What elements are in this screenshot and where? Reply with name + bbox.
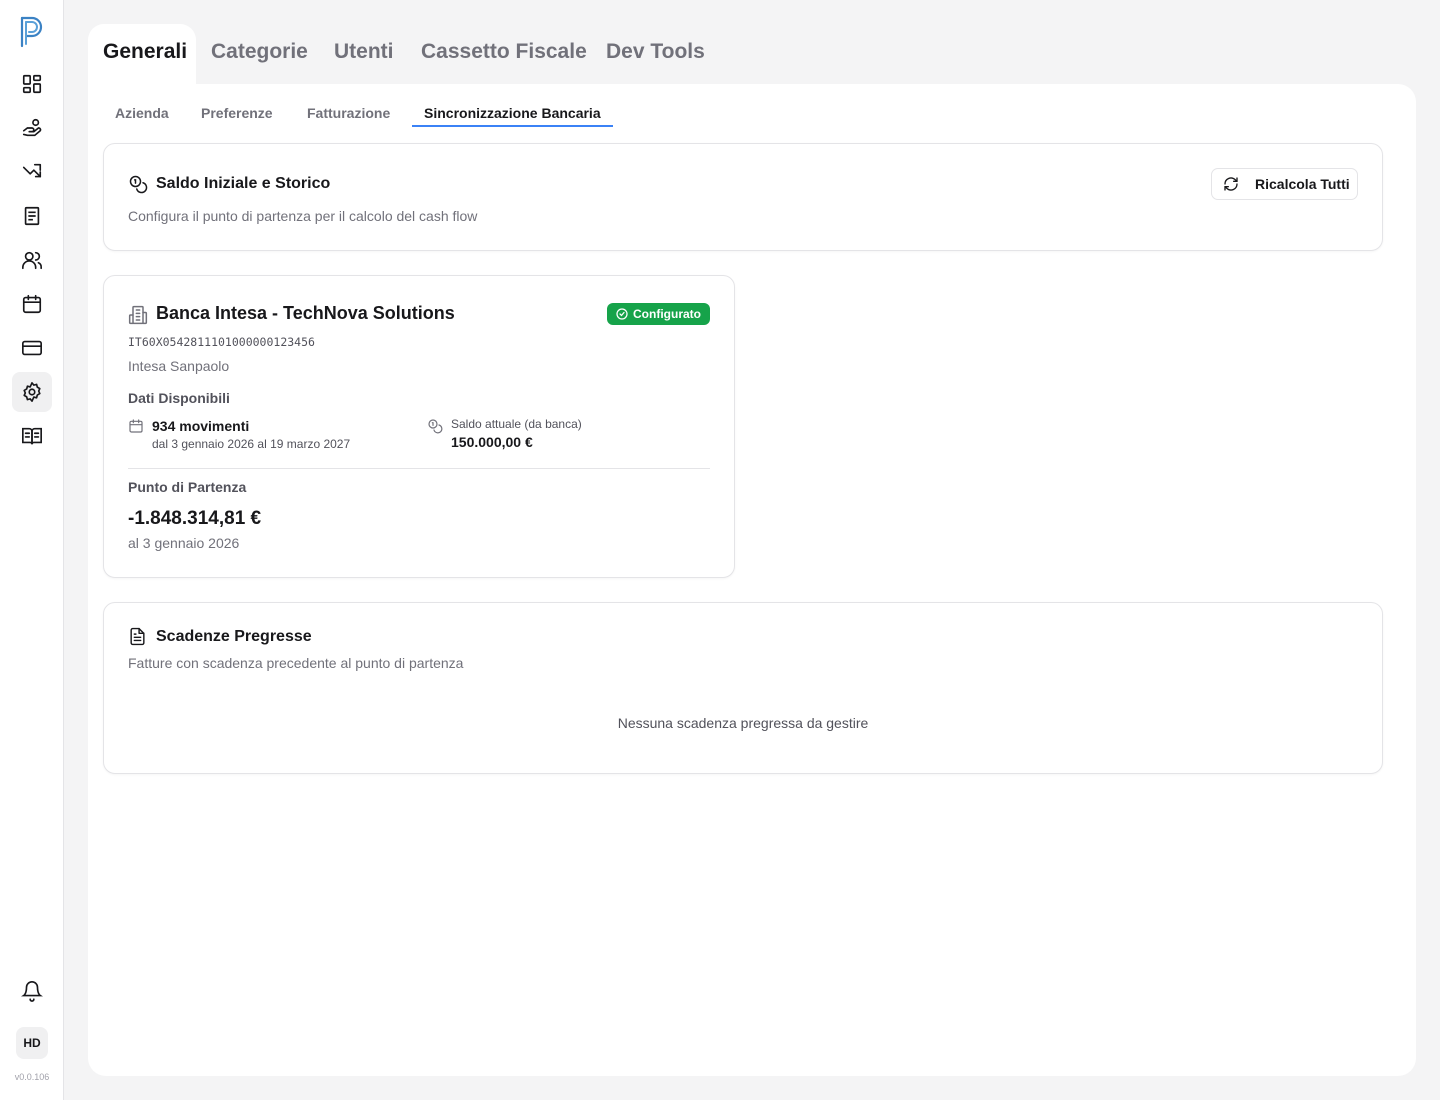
tab-dev-tools[interactable]: Dev Tools bbox=[606, 40, 705, 64]
scadenze-card-title: Scadenze Pregresse bbox=[156, 628, 312, 645]
bank-account-title: Banca Intesa - TechNova Solutions bbox=[156, 303, 455, 323]
tab-utenti[interactable]: Utenti bbox=[334, 40, 394, 64]
hand-coins-icon bbox=[21, 117, 43, 139]
divider bbox=[128, 468, 710, 469]
refresh-icon bbox=[1223, 176, 1239, 192]
sidebar-item-docs[interactable] bbox=[12, 416, 52, 456]
scadenze-card-subtitle: Fatture con scadenza precedente al punto… bbox=[128, 655, 464, 671]
calendar-icon bbox=[128, 418, 144, 434]
credit-card-icon bbox=[21, 337, 43, 359]
bank-name: Intesa Sanpaolo bbox=[128, 358, 230, 374]
receipt-icon bbox=[21, 205, 43, 227]
app-version: v0.0.106 bbox=[14, 1072, 50, 1082]
users-icon bbox=[21, 249, 43, 271]
sidebar-item-payments[interactable] bbox=[12, 108, 52, 148]
sidebar-item-settings[interactable] bbox=[12, 372, 52, 412]
subtab-azienda[interactable]: Azienda bbox=[115, 105, 169, 121]
tab-cassetto-fiscale[interactable]: Cassetto Fiscale bbox=[421, 40, 587, 64]
movements-count: 934 movimenti bbox=[152, 418, 250, 434]
app-logo[interactable] bbox=[18, 14, 46, 50]
iban: IT60X0542811101000000123456 bbox=[128, 335, 315, 349]
status-badge-label: Configurato bbox=[633, 307, 701, 321]
sidebar-item-trends[interactable] bbox=[12, 152, 52, 192]
saldo-iniziale-card bbox=[103, 143, 1383, 251]
start-point-value: -1.848.314,81 € bbox=[128, 508, 262, 529]
sidebar-item-calendar[interactable] bbox=[12, 284, 52, 324]
trend-icon bbox=[21, 161, 43, 183]
sidebar: HD v0.0.106 bbox=[0, 0, 64, 1100]
sidebar-item-contacts[interactable] bbox=[12, 240, 52, 280]
start-point-label: Punto di Partenza bbox=[128, 479, 247, 495]
subtab-fatturazione[interactable]: Fatturazione bbox=[307, 105, 390, 121]
coins-icon bbox=[128, 174, 148, 194]
recalculate-all-button[interactable]: Ricalcola Tutti bbox=[1211, 168, 1358, 200]
check-circle-icon bbox=[616, 308, 628, 320]
bell-icon bbox=[21, 980, 43, 1002]
avatar[interactable]: HD bbox=[16, 1027, 48, 1059]
available-data-label: Dati Disponibili bbox=[128, 390, 230, 406]
current-balance-label: Saldo attuale (da banca) bbox=[451, 417, 582, 431]
dashboard-icon bbox=[21, 73, 43, 95]
active-subtab-indicator bbox=[412, 125, 613, 127]
tab-categorie[interactable]: Categorie bbox=[211, 40, 308, 64]
sidebar-item-dashboard[interactable] bbox=[12, 64, 52, 104]
movements-range: dal 3 gennaio 2026 al 19 marzo 2027 bbox=[152, 437, 351, 451]
gear-icon bbox=[21, 381, 43, 403]
calendar-icon bbox=[21, 293, 43, 315]
recalculate-all-label: Ricalcola Tutti bbox=[1255, 176, 1350, 192]
book-icon bbox=[21, 425, 43, 447]
current-balance-value: 150.000,00 € bbox=[451, 434, 533, 450]
sidebar-item-invoices[interactable] bbox=[12, 196, 52, 236]
status-badge: Configurato bbox=[607, 303, 710, 325]
notifications-button[interactable] bbox=[12, 971, 52, 1011]
building-icon bbox=[128, 305, 148, 325]
file-text-icon bbox=[128, 627, 147, 646]
sidebar-item-cards[interactable] bbox=[12, 328, 52, 368]
coins-icon bbox=[427, 418, 443, 434]
subtab-preferenze[interactable]: Preferenze bbox=[201, 105, 273, 121]
saldo-card-subtitle: Configura il punto di partenza per il ca… bbox=[128, 208, 478, 224]
empty-state-message: Nessuna scadenza pregressa da gestire bbox=[617, 715, 869, 731]
start-point-date: al 3 gennaio 2026 bbox=[128, 535, 240, 551]
tab-generali[interactable]: Generali bbox=[103, 40, 187, 64]
saldo-card-title: Saldo Iniziale e Storico bbox=[156, 175, 331, 192]
subtab-sincronizzazione-bancaria[interactable]: Sincronizzazione Bancaria bbox=[424, 105, 601, 121]
